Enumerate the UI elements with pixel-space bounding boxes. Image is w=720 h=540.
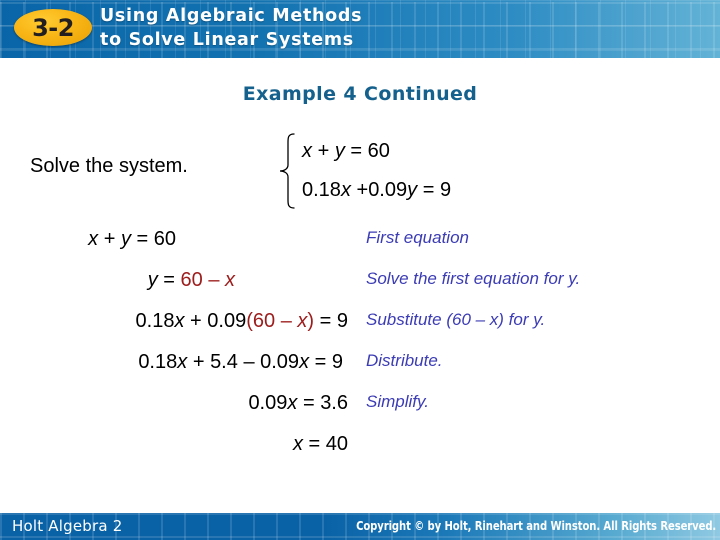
solution-step-row: x + y = 60 First equation <box>0 228 720 269</box>
solve-prompt-label: Solve the system. <box>30 155 188 177</box>
op-equals: = <box>422 179 435 201</box>
step-note-1: First equation <box>366 228 469 247</box>
step-equation-1: x + y = 60 <box>0 228 176 251</box>
coef-009: 0.09 <box>207 310 247 332</box>
op-plus: + <box>317 140 330 162</box>
system-equation-2: 0.18x +0.09y = 9 <box>302 171 451 210</box>
coef-009: 0.09 <box>368 179 408 201</box>
step-note-5: Simplify. <box>366 392 429 411</box>
copyright-label: Copyright © by Holt, Rinehart and Winsto… <box>355 519 716 533</box>
op-equals: = <box>308 433 321 455</box>
solution-step-row: x = 40 <box>0 433 720 474</box>
solution-step-row: y = 60 – x Solve the first equation for … <box>0 269 720 310</box>
num-40: 40 <box>325 433 348 455</box>
book-title-label: Holt Algebra 2 <box>12 517 123 535</box>
example-subtitle: Example 4 Continued <box>242 83 478 105</box>
var-y: y <box>407 179 418 201</box>
op-plus: + <box>103 228 116 250</box>
system-statement: Solve the system. x + y = 60 0.18x +0.09… <box>30 132 690 212</box>
step-note-2: Solve the first equation for y. <box>366 269 581 288</box>
op-equals: = <box>314 351 327 373</box>
step-note-4: Distribute. <box>366 351 443 370</box>
op-plus: + <box>192 351 205 373</box>
var-x-highlight: x <box>225 269 235 291</box>
step-note-3: Substitute (60 – x) for y. <box>366 310 546 329</box>
num-60-highlight: 60 <box>180 269 203 291</box>
slide-header: 3-2 Using Algebraic Methods to Solve Lin… <box>0 0 720 58</box>
var-x: x <box>88 228 99 250</box>
lesson-number-badge: 3-2 <box>14 9 92 46</box>
system-equation-list: x + y = 60 0.18x +0.09y = 9 <box>302 132 451 210</box>
op-equals: = <box>163 269 175 291</box>
op-minus: – <box>243 351 255 373</box>
step-equation-4: 0.18x + 5.4 – 0.09x = 9 <box>0 351 343 374</box>
paren-open-highlight: ( <box>246 310 253 332</box>
var-x: x <box>340 179 351 201</box>
op-equals: = <box>136 228 149 250</box>
var-y: y <box>334 140 345 162</box>
var-y: y <box>120 228 131 250</box>
slide-title-line1: Using Algebraic Methods <box>100 6 363 26</box>
var-x: x <box>302 140 312 162</box>
var-x: x <box>287 392 298 414</box>
coef-009: 0.09 <box>248 392 288 414</box>
num-3-6: 3.6 <box>320 392 348 414</box>
num-60: 60 <box>367 140 390 162</box>
coef-018: 0.18 <box>302 179 341 201</box>
op-equals: = <box>302 392 315 414</box>
var-y: y <box>147 269 158 291</box>
paren-close-highlight: ) <box>307 310 315 332</box>
slide-footer: Holt Algebra 2 Copyright © by Holt, Rine… <box>0 513 720 540</box>
step-equation-3: 0.18x + 0.09(60 – x) = 9 <box>0 310 348 333</box>
system-equation-1: x + y = 60 <box>302 132 451 171</box>
var-x-highlight: x <box>297 310 308 332</box>
coef-018: 0.18 <box>135 310 175 332</box>
solution-step-row: 0.09x = 3.6 Simplify. <box>0 392 720 433</box>
num-9: 9 <box>439 179 452 201</box>
slide-title-line2: to Solve Linear Systems <box>100 30 354 50</box>
var-x: x <box>174 310 185 332</box>
var-x: x <box>299 351 310 373</box>
num-9: 9 <box>336 310 348 332</box>
coef-009: 0.09 <box>260 351 300 373</box>
num-5-4: 5.4 <box>210 351 238 373</box>
solution-step-row: 0.18x + 0.09(60 – x) = 9 Substitute (60 … <box>0 310 720 351</box>
num-9: 9 <box>331 351 343 373</box>
op-minus-highlight: – <box>208 269 220 291</box>
solution-step-row: 0.18x + 5.4 – 0.09x = 9 Distribute. <box>0 351 720 392</box>
slide-title: Using Algebraic Methods to Solve Linear … <box>100 4 700 52</box>
lesson-number-text: 3-2 <box>32 13 74 42</box>
var-x: x <box>177 351 188 373</box>
solution-steps: x + y = 60 First equation y = 60 – x Sol… <box>0 228 720 474</box>
op-plus: + <box>190 310 202 332</box>
op-plus: + <box>356 179 369 201</box>
coef-018: 0.18 <box>138 351 178 373</box>
curly-brace-icon <box>279 133 295 209</box>
op-equals: = <box>350 140 363 162</box>
num-60: 60 <box>153 228 176 250</box>
op-minus-highlight: – <box>280 310 292 332</box>
step-equation-6: x = 40 <box>0 433 348 456</box>
op-equals: = <box>319 310 332 332</box>
num-60-highlight: 60 <box>252 310 276 332</box>
step-equation-2: y = 60 – x <box>0 269 235 292</box>
step-equation-5: 0.09x = 3.6 <box>0 392 348 415</box>
var-x: x <box>292 433 303 455</box>
